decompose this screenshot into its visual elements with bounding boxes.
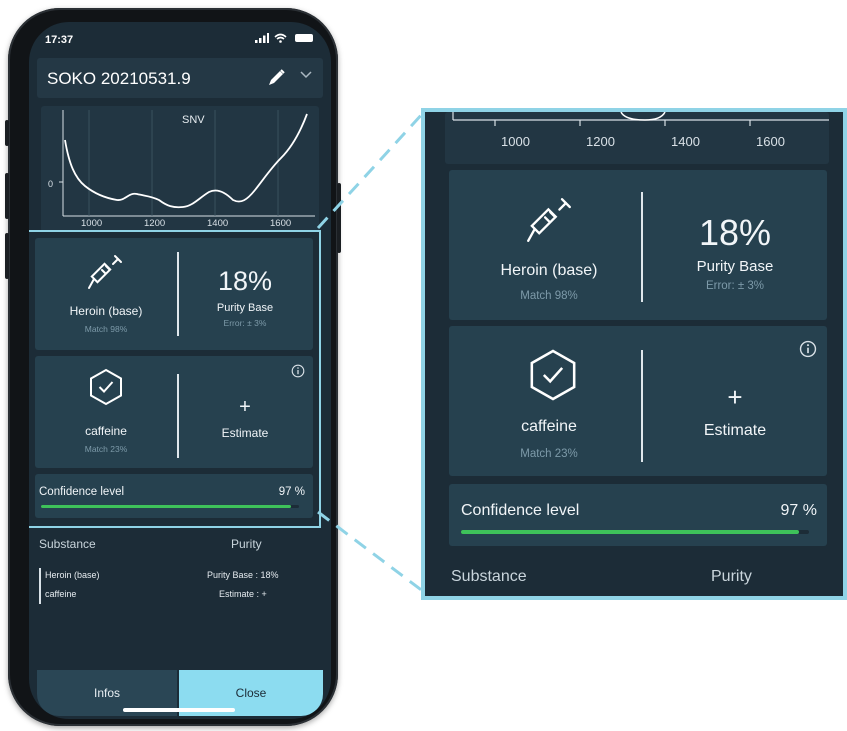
hexagon-check-icon <box>530 349 576 401</box>
zoom-primary-substance-card[interactable]: Heroin (base) Match 98% 18% Purity Base … <box>449 170 827 320</box>
zoom-x-tick-label: 1000 <box>501 134 530 149</box>
zoom-x-tick-label: 1600 <box>756 134 785 149</box>
zoom-purity-value: 18% <box>698 212 772 253</box>
zoom-confidence-track <box>461 530 809 534</box>
zoom-confidence-card: Confidence level 97 % <box>449 484 827 546</box>
syringe-icon <box>527 198 571 242</box>
zoom-purity-error: Error: ± 3% <box>705 280 765 292</box>
info-icon[interactable] <box>799 340 817 358</box>
zoom-purity-column-header: Purity <box>711 568 752 585</box>
zoom-spectrum-axis: 1000 1200 1400 1600 <box>445 112 829 164</box>
zoom-substance-column-header: Substance <box>451 568 527 585</box>
zoom-x-tick-label: 1200 <box>586 134 615 149</box>
zoom-substance-name: Heroin (base) <box>500 262 598 279</box>
zoom-estimate-button[interactable]: Estimate <box>643 422 827 440</box>
zoom-purity-label: Purity Base <box>696 258 774 275</box>
zoom-secondary-substance-card[interactable]: caffeine Match 23% + Estimate <box>449 326 827 476</box>
zoom-confidence-value: 97 % <box>780 502 817 519</box>
zoomed-detail-panel: 1000 1200 1400 1600 Heroin (base) Match … <box>421 108 847 600</box>
zoom-x-tick-label: 1400 <box>671 134 700 149</box>
zoom-confidence-label: Confidence level <box>461 502 580 519</box>
zoom-confidence-bar <box>461 530 799 534</box>
zoom-match-score: Match 23% <box>520 448 578 460</box>
zoom-substance-name: caffeine <box>521 418 577 435</box>
zoom-estimate-plus[interactable]: + <box>643 382 827 413</box>
zoom-match-score: Match 98% <box>520 290 578 302</box>
